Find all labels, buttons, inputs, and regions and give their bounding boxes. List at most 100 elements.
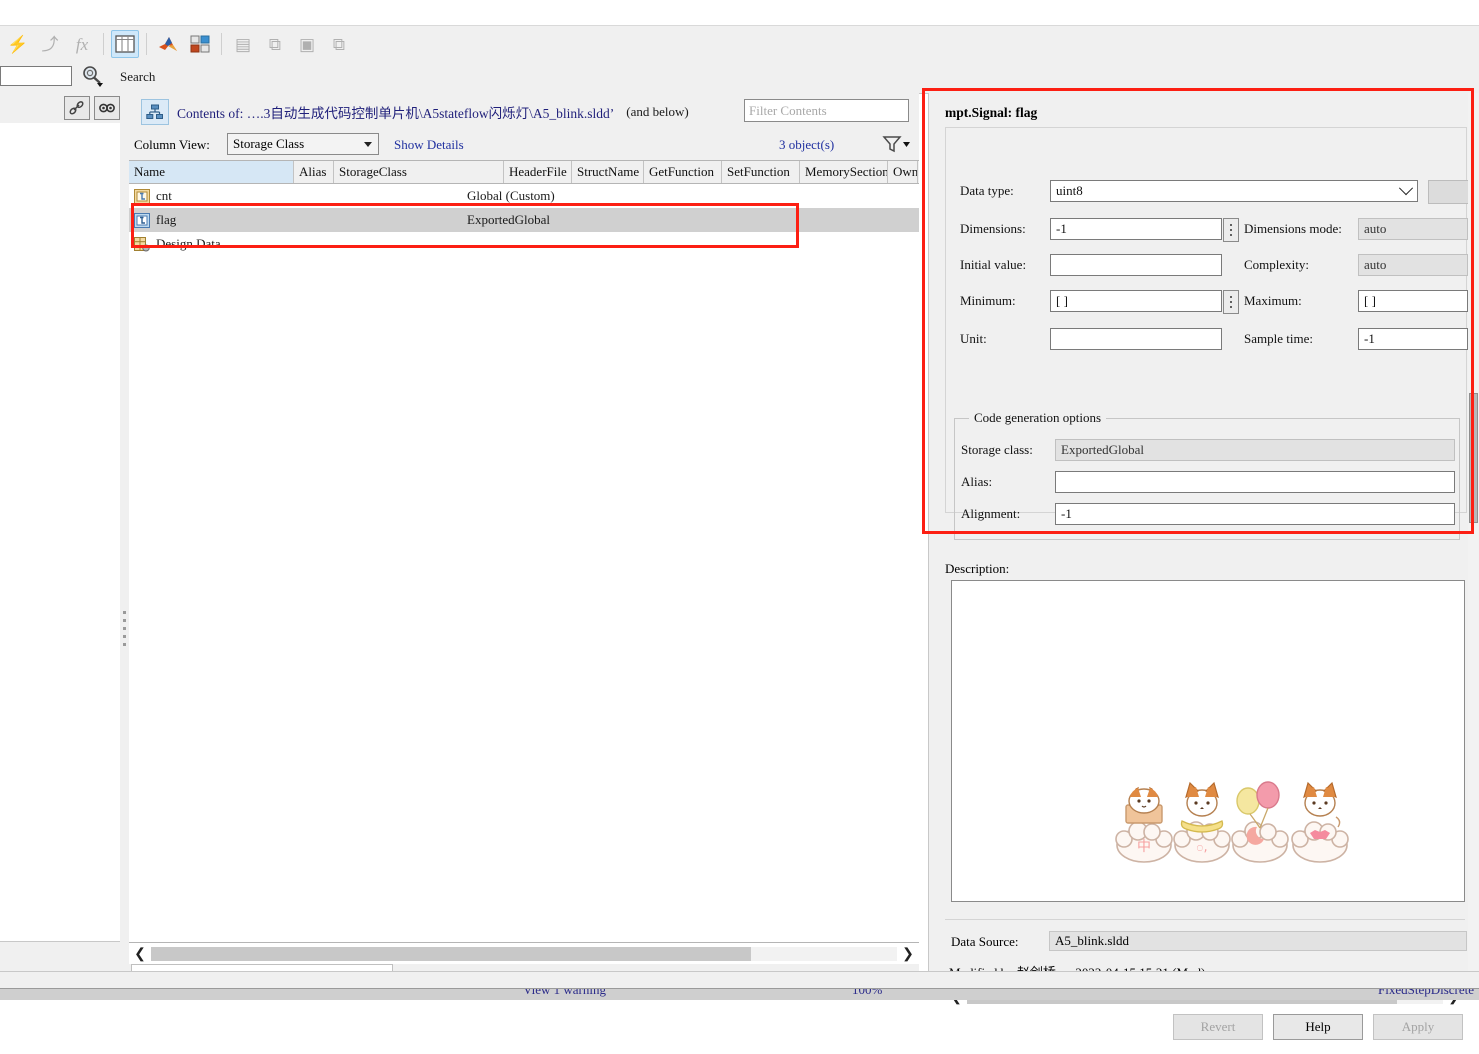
column-header-setfunction[interactable]: SetFunction — [722, 161, 800, 183]
dimensions-input[interactable]: -1 — [1050, 218, 1222, 240]
scroll-thumb[interactable] — [151, 947, 751, 961]
chevron-down-icon — [1398, 181, 1414, 196]
table-row[interactable]: cnt Global (Custom) Default — [129, 184, 971, 208]
column-header-headerfile[interactable]: HeaderFile — [504, 161, 572, 183]
row-storage-class: Global (Custom) — [467, 188, 555, 203]
unit-label: Unit: — [960, 331, 987, 346]
chevron-down-icon — [364, 142, 372, 147]
table-horizontal-scrollbar[interactable]: ❮ ❯ — [129, 942, 919, 965]
table-row[interactable]: Design Data — [129, 232, 919, 256]
paste-icon[interactable]: ▣ — [293, 30, 321, 58]
hierarchy-tree[interactable] — [0, 123, 120, 941]
row-name: Design Data — [156, 236, 221, 251]
and-below-label: (and below) — [626, 104, 689, 119]
link-icon[interactable] — [64, 96, 90, 120]
model-hierarchy-icon — [141, 99, 169, 125]
column-header-getfunction[interactable]: GetFunction — [644, 161, 722, 183]
filter-icon[interactable]: ▤ — [229, 30, 257, 58]
contents-prefix: Contents of: — [177, 106, 247, 121]
description-label: Description: — [945, 561, 1010, 576]
table-row[interactable]: flag ExportedGlobal — [129, 208, 919, 232]
property-fields-group: Data type: uint8 Dimensions: -1 Dimensio… — [945, 127, 1470, 540]
maximum-input[interactable]: [ ] — [1358, 290, 1468, 312]
alias-input[interactable] — [1055, 471, 1455, 493]
scroll-thumb[interactable] — [1469, 393, 1478, 523]
storage-class-label: Storage class: — [961, 442, 1033, 457]
minimum-input[interactable]: [ ] — [1050, 290, 1222, 312]
column-view-label: Column View: — [134, 137, 210, 152]
sample-time-input[interactable]: -1 — [1358, 328, 1468, 350]
hierarchy-footer — [0, 941, 120, 972]
storage-class-value: ExportedGlobal — [1055, 439, 1455, 461]
unit-input[interactable] — [1050, 328, 1222, 350]
corgi-stickers-glyph: 中 ೦, — [1115, 781, 1349, 863]
table-header-row: Name Alias StorageClass HeaderFile Struc… — [129, 161, 919, 184]
filter-funnel-icon[interactable] — [881, 133, 911, 155]
data-type-combo[interactable]: uint8 — [1050, 180, 1418, 202]
magnifier-glyph — [83, 66, 103, 87]
data-source-value: A5_blink.sldd — [1049, 931, 1467, 951]
split-view-icon[interactable] — [94, 96, 120, 120]
column-view-row: Column View: Storage Class Show Details … — [129, 131, 919, 160]
hierarchy-toolstrip — [0, 93, 128, 124]
object-count-label: 3 object(s) — [779, 137, 835, 152]
duplicate-icon[interactable]: ⧉ — [325, 30, 353, 58]
contents-pane: Contents of: ….3自动生成代码控制单片机\A5stateflow闪… — [129, 93, 971, 990]
signal-object-glyph — [134, 188, 150, 204]
property-pane-title: mpt.Signal: flag — [945, 105, 1038, 120]
matlab-icon[interactable] — [154, 30, 182, 58]
search-label: Search — [120, 69, 156, 84]
contents-path: Contents of: ….3自动生成代码控制单片机\A5stateflow闪… — [177, 102, 614, 122]
add-function-icon[interactable]: fx — [68, 30, 96, 58]
minimum-stepper[interactable] — [1223, 290, 1239, 314]
column-header-structname[interactable]: StructName — [572, 161, 644, 183]
add-data-icon[interactable]: ⚡ — [4, 30, 32, 58]
maximum-label: Maximum: — [1244, 293, 1302, 308]
add-signal-icon[interactable]: ⤴ — [36, 30, 64, 58]
window-vertical-scrollbar[interactable] — [1468, 93, 1479, 971]
filter-contents-input[interactable] — [744, 99, 909, 122]
column-header-storageclass[interactable]: StorageClass — [334, 161, 504, 183]
dimensions-stepper[interactable] — [1223, 218, 1239, 242]
search-input[interactable] — [0, 66, 72, 86]
status-bar: View 1 warning 100% FixedStepDiscrete — [0, 971, 1479, 1000]
data-object-icon — [134, 188, 150, 204]
status-warning[interactable]: View 1 warning — [523, 989, 606, 998]
data-type-extra-button[interactable] — [1428, 180, 1470, 204]
scroll-right-icon[interactable]: ❯ — [897, 944, 919, 964]
scroll-left-icon[interactable]: ❮ — [129, 944, 151, 964]
revert-button[interactable]: Revert — [1173, 1014, 1263, 1040]
alias-label: Alias: — [961, 474, 993, 489]
svg-text:中: 中 — [1137, 839, 1151, 855]
apply-button[interactable]: Apply — [1373, 1014, 1463, 1040]
show-details-link[interactable]: Show Details — [394, 137, 464, 153]
alignment-input[interactable]: -1 — [1055, 503, 1455, 525]
alignment-label: Alignment: — [961, 506, 1021, 521]
contents-table: Name Alias StorageClass HeaderFile Struc… — [129, 160, 971, 943]
column-view-icon[interactable] — [111, 30, 139, 58]
matlab-logo-glyph — [159, 37, 177, 51]
data-type-label: Data type: — [960, 183, 1014, 198]
svg-text:೦,: ೦, — [1196, 840, 1207, 855]
scroll-track[interactable] — [151, 947, 897, 961]
column-header-name[interactable]: Name — [129, 161, 294, 183]
toolbar-divider-1 — [103, 33, 104, 55]
initial-value-input[interactable] — [1050, 254, 1222, 276]
help-button[interactable]: Help — [1273, 1014, 1363, 1040]
minimum-label: Minimum: — [960, 293, 1016, 308]
search-glass-icon[interactable] — [80, 64, 104, 88]
row-storage-class: ExportedGlobal — [467, 212, 551, 227]
sticker-image-group: 中 ೦, — [1114, 777, 1354, 865]
column-header-memorysection[interactable]: MemorySection — [800, 161, 888, 183]
code-generation-group: Code generation options Storage class: E… — [954, 410, 1460, 540]
model-dictionary-icon[interactable] — [186, 30, 214, 58]
column-view-select[interactable]: Storage Class — [227, 133, 379, 155]
signal-object-glyph — [134, 212, 150, 228]
copy-icon[interactable]: ⧉ — [261, 30, 289, 58]
design-data-icon — [134, 236, 150, 252]
description-textarea[interactable]: 中 ೦, — [951, 580, 1465, 902]
column-header-owner[interactable]: Owner — [888, 161, 918, 183]
binocular-glyph — [99, 103, 115, 113]
dictionary-grid-glyph — [190, 35, 210, 53]
column-header-alias[interactable]: Alias — [294, 161, 334, 183]
